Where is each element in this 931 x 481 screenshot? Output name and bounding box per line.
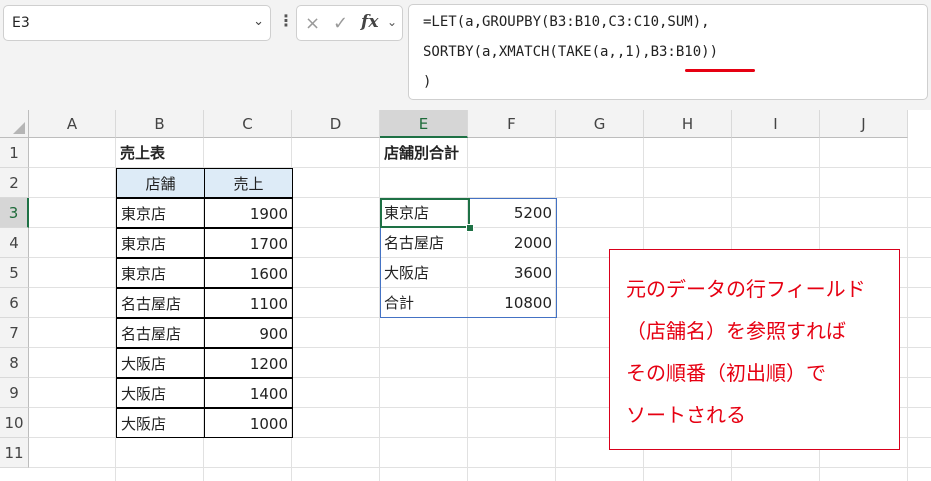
column-header-e[interactable]: E — [380, 110, 468, 138]
column-header-d[interactable]: D — [292, 110, 380, 138]
column-header-i[interactable]: I — [732, 110, 820, 138]
row-header-1[interactable]: 1 — [0, 138, 29, 168]
sales-amount-cell[interactable]: 1100 — [204, 288, 293, 318]
chevron-down-icon[interactable]: ⌄ — [387, 15, 397, 29]
row-header-11[interactable]: 11 — [0, 438, 29, 468]
sales-store-cell[interactable]: 東京店 — [116, 198, 205, 228]
summary-store-cell[interactable]: 合計 — [380, 288, 468, 318]
summary-store-cell[interactable]: 名古屋店 — [380, 228, 468, 258]
sales-amount-cell[interactable]: 1900 — [204, 198, 293, 228]
row-header-7[interactable]: 7 — [0, 318, 29, 348]
row-header-5[interactable]: 5 — [0, 258, 29, 288]
row-header-6[interactable]: 6 — [0, 288, 29, 318]
sales-amount-cell[interactable]: 1400 — [204, 378, 293, 408]
worksheet-grid[interactable]: ABCDEFGHIJ 1 2 3 4 5 6 7 8 9 10 11 売上表 店舗 売上 東京店 19… — [0, 110, 931, 481]
row-header-9[interactable]: 9 — [0, 378, 29, 408]
column-header-c[interactable]: C — [204, 110, 292, 138]
name-box[interactable]: E3 ⌄ — [3, 5, 271, 41]
row-header-3[interactable]: 3 — [0, 198, 29, 228]
sales-store-cell[interactable]: 名古屋店 — [116, 318, 205, 348]
column-header-a[interactable]: A — [29, 110, 116, 138]
cancel-icon[interactable]: × — [305, 13, 320, 34]
more-options-icon[interactable]: ⋮ — [278, 11, 294, 30]
row-header-10[interactable]: 10 — [0, 408, 29, 438]
name-box-value[interactable]: E3 — [12, 15, 30, 31]
sales-store-cell[interactable]: 名古屋店 — [116, 288, 205, 318]
fill-handle[interactable] — [466, 224, 474, 232]
annotation-box: 元のデータの行フィールド （店舗名）を参照すれば その順番（初出順）で ソートさ… — [609, 249, 900, 450]
sales-store-cell[interactable]: 大阪店 — [116, 348, 205, 378]
formula-line: ) — [423, 74, 432, 90]
column-header-h[interactable]: H — [644, 110, 732, 138]
enter-icon[interactable]: ✓ — [333, 13, 348, 34]
summary-amount-cell[interactable]: 3600 — [468, 258, 556, 288]
summary-amount-cell[interactable]: 10800 — [468, 288, 556, 318]
note-line: （店舗名）を参照すれば — [626, 319, 846, 343]
note-line: ソートされる — [626, 403, 746, 427]
column-header-g[interactable]: G — [556, 110, 644, 138]
row-header-8[interactable]: 8 — [0, 348, 29, 378]
sales-table-title[interactable]: 売上表 — [116, 138, 296, 168]
sales-store-cell[interactable]: 大阪店 — [116, 378, 205, 408]
select-all-corner[interactable] — [0, 110, 29, 138]
sales-store-cell[interactable]: 東京店 — [116, 228, 205, 258]
formula-input[interactable]: =LET(a,GROUPBY(B3:B10,C3:C10,SUM), SORTB… — [408, 4, 928, 100]
highlight-underline — [685, 69, 755, 72]
sales-header-store[interactable]: 店舗 — [116, 168, 205, 198]
sales-amount-cell[interactable]: 1000 — [204, 408, 293, 438]
sales-amount-cell[interactable]: 1600 — [204, 258, 293, 288]
sales-header-amount[interactable]: 売上 — [204, 168, 293, 198]
column-header-j[interactable]: J — [820, 110, 908, 138]
note-line: その順番（初出順）で — [626, 361, 826, 385]
summary-amount-cell[interactable]: 2000 — [468, 228, 556, 258]
column-header-f[interactable]: F — [468, 110, 556, 138]
active-cell-cursor[interactable] — [380, 198, 470, 228]
formula-line: SORTBY(a,XMATCH(TAKE(a,,1),B3:B10)) — [423, 44, 719, 60]
summary-table-title[interactable]: 店舗別合計 — [380, 138, 560, 168]
row-header-2[interactable]: 2 — [0, 168, 29, 198]
sales-amount-cell[interactable]: 1700 — [204, 228, 293, 258]
sales-amount-cell[interactable]: 1200 — [204, 348, 293, 378]
row-header-4[interactable]: 4 — [0, 228, 29, 258]
summary-store-cell[interactable]: 大阪店 — [380, 258, 468, 288]
note-line: 元のデータの行フィールド — [626, 277, 866, 301]
sales-amount-cell[interactable]: 900 — [204, 318, 293, 348]
column-header-b[interactable]: B — [116, 110, 204, 138]
formula-line: =LET(a,GROUPBY(B3:B10,C3:C10,SUM), — [423, 14, 710, 30]
summary-amount-cell[interactable]: 5200 — [468, 198, 556, 228]
formula-bar-area: E3 ⌄ ⋮ × ✓ fx ⌄ =LET(a,GROUPBY(B3:B10,C3… — [0, 0, 931, 110]
formula-controls: × ✓ fx ⌄ — [296, 5, 403, 41]
sales-store-cell[interactable]: 東京店 — [116, 258, 205, 288]
chevron-down-icon[interactable]: ⌄ — [253, 14, 264, 29]
sales-store-cell[interactable]: 大阪店 — [116, 408, 205, 438]
insert-function-icon[interactable]: fx — [361, 12, 378, 32]
